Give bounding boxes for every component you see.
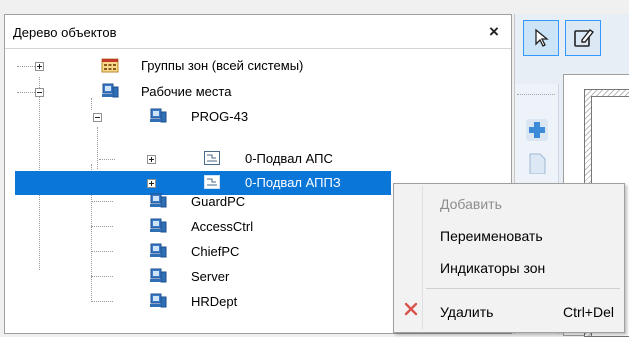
- tree-item-label: Server: [191, 269, 230, 284]
- delete-x-icon: [404, 302, 418, 316]
- context-menu: Добавить Переименовать Индикаторы зон Уд…: [393, 183, 625, 333]
- menu-item-label: Удалить: [440, 304, 494, 320]
- menu-item-label: Переименовать: [440, 228, 543, 244]
- select-tool-button[interactable]: [523, 20, 559, 56]
- add-plus-icon[interactable]: [523, 116, 551, 144]
- workstation-icon: [150, 193, 167, 208]
- tree-item-label: 0-Подвал АПС: [245, 151, 333, 166]
- menu-item-shortcut: Ctrl+Del: [563, 304, 614, 320]
- tree-item-basement-aps[interactable]: 0-Подвал АПС: [5, 149, 505, 169]
- tree-item-label: ChiefPC: [191, 244, 240, 259]
- panel-header: Дерево объектов ×: [5, 15, 511, 49]
- workstation-icon: [150, 108, 167, 123]
- workstation-icon: [102, 83, 119, 98]
- zone-groups-icon: [101, 58, 119, 73]
- tree-item-zone-groups[interactable]: Группы зон (всей системы): [5, 56, 505, 76]
- zone-icon: [204, 151, 220, 165]
- menu-item-label: Индикаторы зон: [440, 260, 546, 276]
- workstation-icon: [150, 218, 167, 233]
- expand-plus-icon[interactable]: [147, 179, 156, 188]
- menu-item-label: Добавить: [440, 196, 502, 212]
- tree-item-label: HRDept: [191, 294, 238, 309]
- tree-item-prog43[interactable]: PROG-43: [5, 107, 505, 127]
- edit-tool-button[interactable]: [565, 20, 601, 56]
- tree-item-label: Группы зон (всей системы): [141, 58, 304, 73]
- toolbar-separator: [517, 94, 555, 95]
- pointer-icon: [535, 28, 549, 47]
- zone-icon: [204, 175, 220, 189]
- tree-item-label: AccessCtrl: [191, 219, 254, 234]
- collapse-minus-icon[interactable]: [93, 113, 102, 122]
- workstation-icon: [150, 243, 167, 258]
- expand-plus-icon[interactable]: [147, 155, 156, 164]
- menu-item-add[interactable]: Добавить: [396, 188, 622, 218]
- tree-item-workstations[interactable]: Рабочие места: [5, 82, 505, 102]
- menu-item-zone-indicators[interactable]: Индикаторы зон: [396, 252, 622, 282]
- menu-separator: [426, 288, 620, 289]
- page-icon[interactable]: [523, 152, 551, 174]
- close-icon[interactable]: ×: [483, 21, 505, 43]
- tree-item-label: GuardPC: [191, 194, 246, 209]
- collapse-minus-icon[interactable]: [35, 88, 44, 97]
- tree-item-label: 0-Подвал АППЗ: [245, 175, 341, 190]
- workstation-icon: [150, 293, 167, 308]
- workstation-icon: [150, 268, 167, 283]
- edit-icon: [574, 29, 594, 47]
- panel-title: Дерево объектов: [13, 25, 117, 40]
- tree-item-label: Рабочие места: [141, 84, 232, 99]
- menu-item-delete[interactable]: Удалить Ctrl+Del: [396, 296, 622, 326]
- menu-item-rename[interactable]: Переименовать: [396, 220, 622, 250]
- expand-plus-icon[interactable]: [35, 62, 44, 71]
- tree-item-label: PROG-43: [191, 109, 249, 124]
